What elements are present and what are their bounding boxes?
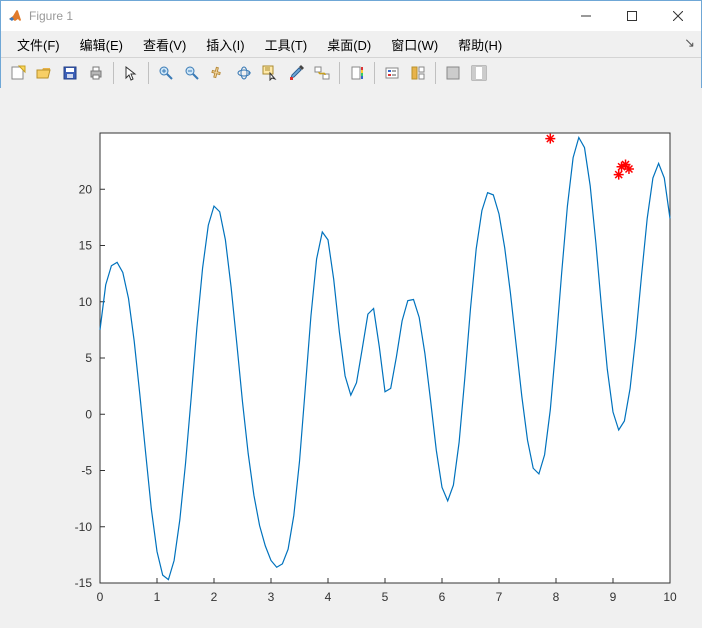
x-tick-label: 8	[553, 590, 560, 604]
x-tick-label: 2	[211, 590, 218, 604]
menu-view[interactable]: 查看(V)	[133, 33, 196, 56]
x-tick-label: 10	[663, 590, 677, 604]
figure-body: 0 1 2 3 4 5 6 7 8 9 10 -15 -10 -5 0 5 10 15 20	[0, 88, 702, 628]
x-tick-label: 3	[268, 590, 275, 604]
open-icon[interactable]	[32, 61, 56, 85]
maximize-button[interactable]	[609, 1, 655, 31]
x-tick-label: 5	[382, 590, 389, 604]
menu-file[interactable]: 文件(F)	[7, 33, 70, 56]
marker-star	[545, 134, 555, 144]
x-tick-label: 7	[496, 590, 503, 604]
x-tick-label: 0	[97, 590, 104, 604]
hide-plot-tools-icon[interactable]	[441, 61, 465, 85]
pan-icon[interactable]	[206, 61, 230, 85]
colorbar-icon[interactable]	[345, 61, 369, 85]
axes[interactable]: 0 1 2 3 4 5 6 7 8 9 10 -15 -10 -5 0 5 10 15 20	[0, 88, 700, 626]
marker-star	[624, 164, 634, 174]
x-tick-label: 9	[610, 590, 617, 604]
axes-box	[100, 133, 670, 583]
menu-insert[interactable]: 插入(I)	[196, 33, 254, 56]
brush-icon[interactable]	[284, 61, 308, 85]
x-tick-label: 4	[325, 590, 332, 604]
layout-icon[interactable]	[406, 61, 430, 85]
toolbar-separator	[435, 62, 436, 84]
figure-toolbar	[1, 57, 701, 89]
dock-arrow-icon[interactable]: ↘	[684, 35, 695, 51]
x-tick-label: 6	[439, 590, 446, 604]
toolbar-separator	[374, 62, 375, 84]
matlab-app-icon	[7, 8, 23, 24]
y-tick-label: 20	[79, 182, 93, 196]
menu-tools[interactable]: 工具(T)	[255, 33, 318, 56]
menu-edit[interactable]: 编辑(E)	[70, 33, 133, 56]
minimize-button[interactable]	[563, 1, 609, 31]
x-tick-label: 1	[154, 590, 161, 604]
show-plot-tools-icon[interactable]	[467, 61, 491, 85]
toolbar-separator	[148, 62, 149, 84]
print-icon[interactable]	[84, 61, 108, 85]
y-tick-label: -10	[75, 520, 93, 534]
legend-icon[interactable]	[380, 61, 404, 85]
menu-window[interactable]: 窗口(W)	[381, 33, 448, 56]
y-tick-label: 5	[85, 351, 92, 365]
data-cursor-icon[interactable]	[258, 61, 282, 85]
save-icon[interactable]	[58, 61, 82, 85]
y-tick-label: 15	[79, 239, 93, 253]
toolbar-separator	[113, 62, 114, 84]
window-title: Figure 1	[29, 9, 73, 23]
y-tick-label: -5	[81, 464, 92, 478]
titlebar: Figure 1	[1, 1, 701, 31]
new-figure-icon[interactable]	[6, 61, 30, 85]
zoom-out-icon[interactable]	[180, 61, 204, 85]
menu-help[interactable]: 帮助(H)	[448, 33, 512, 56]
rotate-3d-icon[interactable]	[232, 61, 256, 85]
menubar: 文件(F) 编辑(E) 查看(V) 插入(I) 工具(T) 桌面(D) 窗口(W…	[1, 31, 701, 57]
menu-desktop[interactable]: 桌面(D)	[317, 33, 381, 56]
y-tick-label: 10	[79, 295, 93, 309]
link-icon[interactable]	[310, 61, 334, 85]
toolbar-separator	[339, 62, 340, 84]
pointer-icon[interactable]	[119, 61, 143, 85]
y-tick-label: -15	[75, 576, 93, 590]
zoom-in-icon[interactable]	[154, 61, 178, 85]
close-button[interactable]	[655, 1, 701, 31]
y-tick-label: 0	[85, 407, 92, 421]
